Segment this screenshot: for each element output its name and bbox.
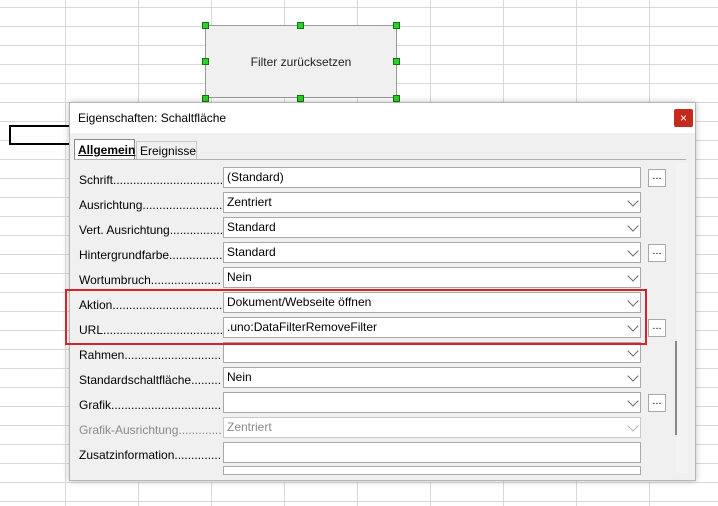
resize-handle-right[interactable] — [393, 58, 400, 65]
dropdown-vert-ausrichtung[interactable]: Standard — [223, 217, 641, 238]
label-hintergrundfarbe: Hintergrundfarbe................. — [79, 248, 222, 262]
dialog-title: Eigenschaften: Schaltfläche — [78, 111, 227, 125]
chevron-down-icon[interactable] — [627, 270, 639, 282]
selected-cell[interactable] — [9, 125, 75, 145]
resize-handle-top[interactable] — [297, 22, 304, 29]
filter-reset-button[interactable]: Filter zurücksetzen — [205, 25, 397, 98]
chevron-down-icon[interactable] — [627, 195, 639, 207]
tab-allgemein[interactable]: Allgemein — [74, 139, 135, 159]
resize-handle-top-right[interactable] — [393, 22, 400, 29]
label-vert-ausrichtung: Vert. Ausrichtung................. — [79, 223, 222, 237]
chevron-down-icon[interactable] — [627, 220, 639, 232]
resize-handle-bottom-right[interactable] — [393, 95, 400, 102]
dropdown-rahmen[interactable] — [223, 342, 641, 363]
label-grafik: Grafik..................................… — [79, 398, 222, 412]
label-standardschaltflaeche: Standardschaltfläche......... — [79, 373, 222, 387]
resize-handle-left[interactable] — [202, 58, 209, 65]
label-ausrichtung: Ausrichtung.......................... — [79, 198, 222, 212]
label-grafik-ausrichtung: Grafik-Ausrichtung............. — [79, 423, 222, 437]
field-next-partial[interactable] — [223, 466, 641, 475]
dropdown-grafik-ausrichtung-value: Zentriert — [227, 420, 272, 434]
dropdown-hintergrundfarbe[interactable]: Standard — [223, 242, 641, 263]
highlight-box — [65, 289, 647, 345]
vertical-scrollbar[interactable] — [676, 163, 688, 473]
chevron-down-icon — [627, 420, 639, 432]
dropdown-grafik[interactable] — [223, 392, 641, 413]
field-zusatzinformation[interactable] — [223, 442, 641, 463]
field-schrift[interactable]: (Standard) — [223, 167, 641, 188]
dropdown-standardschaltflaeche[interactable]: Nein — [223, 367, 641, 388]
chevron-down-icon[interactable] — [627, 245, 639, 257]
dropdown-hintergrundfarbe-value: Standard — [227, 245, 276, 259]
close-icon[interactable]: × — [674, 109, 693, 127]
filter-reset-button-label: Filter zurücksetzen — [250, 54, 352, 69]
chevron-down-icon[interactable] — [627, 395, 639, 407]
scrollbar-thumb[interactable] — [675, 341, 677, 435]
label-rahmen: Rahmen................................. — [79, 348, 222, 362]
schrift-ellipsis-button[interactable]: ... — [648, 169, 666, 187]
label-wortumbruch: Wortumbruch...................... — [79, 273, 222, 287]
dropdown-grafik-ausrichtung: Zentriert — [223, 417, 641, 438]
grafik-ellipsis-button[interactable]: ... — [648, 394, 666, 412]
label-schrift: Schrift.................................… — [79, 173, 222, 187]
dropdown-wortumbruch[interactable]: Nein — [223, 267, 641, 288]
chevron-down-icon[interactable] — [627, 345, 639, 357]
dropdown-ausrichtung-value: Zentriert — [227, 195, 272, 209]
tab-ereignisse[interactable]: Ereignisse — [136, 141, 197, 159]
dropdown-vert-ausrichtung-value: Standard — [227, 220, 276, 234]
dropdown-ausrichtung[interactable]: Zentriert — [223, 192, 641, 213]
resize-handle-bottom[interactable] — [297, 95, 304, 102]
dropdown-wortumbruch-value: Nein — [227, 270, 252, 284]
url-ellipsis-button[interactable]: ... — [648, 319, 666, 337]
hintergrundfarbe-ellipsis-button[interactable]: ... — [648, 244, 666, 262]
label-zusatzinformation: Zusatzinformation............... — [79, 448, 222, 462]
dropdown-standardschaltflaeche-value: Nein — [227, 370, 252, 384]
resize-handle-top-left[interactable] — [202, 22, 209, 29]
chevron-down-icon[interactable] — [627, 370, 639, 382]
resize-handle-bottom-left[interactable] — [202, 95, 209, 102]
dialog-titlebar[interactable]: Eigenschaften: Schaltfläche × — [70, 103, 695, 133]
